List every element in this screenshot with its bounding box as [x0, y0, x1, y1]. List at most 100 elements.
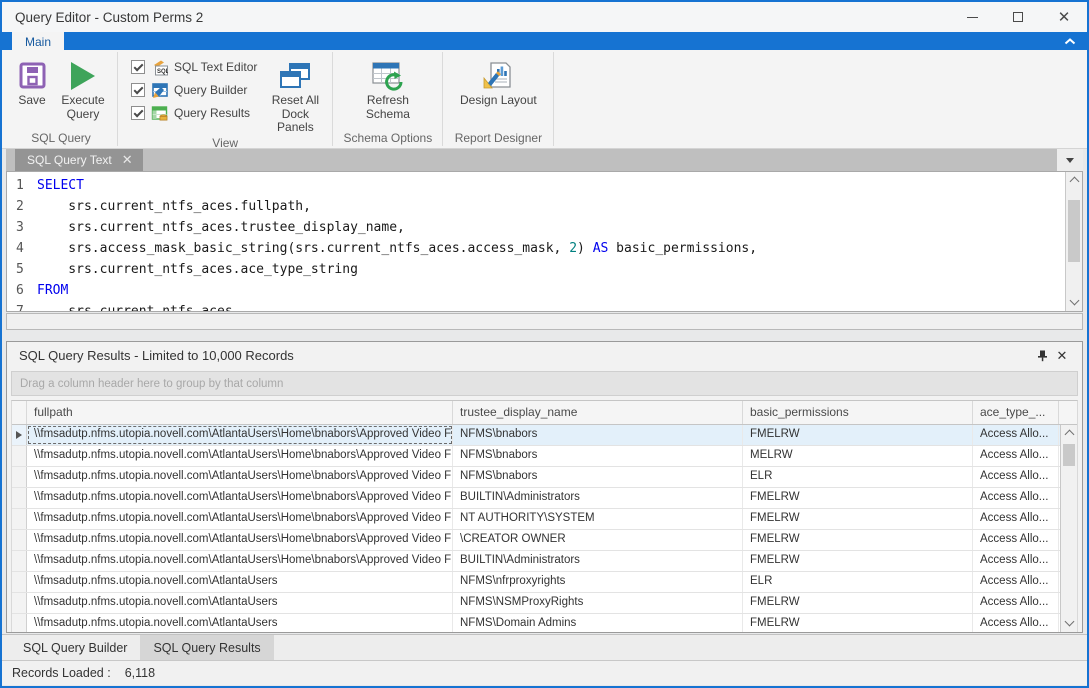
cell-fullpath[interactable]: \\fmsadutp.nfms.utopia.novell.com\Atlant… [27, 572, 453, 592]
cell-fullpath[interactable]: \\fmsadutp.nfms.utopia.novell.com\Atlant… [27, 530, 453, 550]
tab-sql-query-text[interactable]: SQL Query Text ✕ [15, 149, 143, 171]
sql-text-editor[interactable]: 1SELECT2 srs.current_ntfs_aces.fullpath,… [6, 171, 1083, 312]
scroll-up-icon[interactable] [1070, 177, 1080, 187]
tab-list-dropdown-button[interactable] [1057, 149, 1083, 171]
table-row[interactable]: \\fmsadutp.nfms.utopia.novell.com\Atlant… [12, 425, 1077, 446]
cell-basic-permissions[interactable]: MELRW [743, 446, 973, 466]
cell-trustee-display-name[interactable]: NFMS\nfrproxyrights [453, 572, 743, 592]
cell-trustee-display-name[interactable]: NFMS\bnabors [453, 425, 743, 445]
cell-fullpath[interactable]: \\fmsadutp.nfms.utopia.novell.com\Atlant… [27, 509, 453, 529]
title-bar: Query Editor - Custom Perms 2 ✕ [2, 2, 1087, 32]
cell-fullpath[interactable]: \\fmsadutp.nfms.utopia.novell.com\Atlant… [27, 551, 453, 571]
tab-sql-query-results[interactable]: SQL Query Results [140, 635, 273, 660]
group-caption-sql-query: SQL Query [10, 130, 112, 148]
checkbox-query-builder[interactable]: Query Builder [131, 82, 257, 98]
tab-sql-query-builder[interactable]: SQL Query Builder [10, 635, 140, 660]
cell-basic-permissions[interactable]: FMELRW [743, 530, 973, 550]
table-row[interactable]: \\fmsadutp.nfms.utopia.novell.com\Atlant… [12, 488, 1077, 509]
line-number: 4 [7, 238, 37, 259]
cell-ace-type[interactable]: Access Allo... [973, 572, 1059, 592]
cell-trustee-display-name[interactable]: NFMS\Domain Admins [453, 614, 743, 632]
table-row[interactable]: \\fmsadutp.nfms.utopia.novell.com\Atlant… [12, 593, 1077, 614]
cell-trustee-display-name[interactable]: NFMS\bnabors [453, 446, 743, 466]
table-row[interactable]: \\fmsadutp.nfms.utopia.novell.com\Atlant… [12, 467, 1077, 488]
cell-trustee-display-name[interactable]: BUILTIN\Administrators [453, 551, 743, 571]
column-header-basic-permissions[interactable]: basic_permissions [743, 401, 973, 424]
scroll-down-icon[interactable] [1065, 617, 1075, 627]
pin-panel-button[interactable] [1032, 347, 1052, 365]
table-row[interactable]: \\fmsadutp.nfms.utopia.novell.com\Atlant… [12, 446, 1077, 467]
cell-fullpath[interactable]: \\fmsadutp.nfms.utopia.novell.com\Atlant… [27, 488, 453, 508]
cell-ace-type[interactable]: Access Allo... [973, 551, 1059, 571]
close-panel-button[interactable]: ✕ [1052, 347, 1072, 365]
table-row[interactable]: \\fmsadutp.nfms.utopia.novell.com\Atlant… [12, 572, 1077, 593]
tab-close-icon[interactable]: ✕ [122, 152, 133, 168]
cell-trustee-display-name[interactable]: \CREATOR OWNER [453, 530, 743, 550]
cell-ace-type[interactable]: Access Allo... [973, 467, 1059, 487]
cell-basic-permissions[interactable]: FMELRW [743, 509, 973, 529]
code-line[interactable]: 4 srs.access_mask_basic_string(srs.curre… [7, 238, 1065, 259]
cell-basic-permissions[interactable]: ELR [743, 467, 973, 487]
cell-ace-type[interactable]: Access Allo... [973, 614, 1059, 632]
code-line[interactable]: 3 srs.current_ntfs_aces.trustee_display_… [7, 217, 1065, 238]
scrollbar-thumb[interactable] [1063, 444, 1075, 466]
cell-ace-type[interactable]: Access Allo... [973, 593, 1059, 613]
cell-ace-type[interactable]: Access Allo... [973, 509, 1059, 529]
cell-basic-permissions[interactable]: FMELRW [743, 488, 973, 508]
close-button[interactable]: ✕ [1041, 2, 1087, 32]
cell-basic-permissions[interactable]: FMELRW [743, 593, 973, 613]
cell-trustee-display-name[interactable]: NT AUTHORITY\SYSTEM [453, 509, 743, 529]
cell-basic-permissions[interactable]: FMELRW [743, 551, 973, 571]
reset-dock-panels-button[interactable]: Reset All Dock Panels [263, 53, 327, 135]
maximize-button[interactable] [995, 2, 1041, 32]
cell-ace-type[interactable]: Access Allo... [973, 425, 1059, 445]
cell-basic-permissions[interactable]: FMELRW [743, 425, 973, 445]
column-header-ace-type[interactable]: ace_type_... [973, 401, 1059, 424]
cell-ace-type[interactable]: Access Allo... [973, 530, 1059, 550]
group-by-drop-zone[interactable]: Drag a column header here to group by th… [11, 371, 1078, 396]
execute-query-button[interactable]: Execute Query [54, 53, 112, 121]
scroll-up-icon[interactable] [1065, 430, 1075, 440]
cell-fullpath[interactable]: \\fmsadutp.nfms.utopia.novell.com\Atlant… [27, 446, 453, 466]
column-header-trustee-display-name[interactable]: trustee_display_name [453, 401, 743, 424]
table-row[interactable]: \\fmsadutp.nfms.utopia.novell.com\Atlant… [12, 509, 1077, 530]
cell-fullpath[interactable]: \\fmsadutp.nfms.utopia.novell.com\Atlant… [27, 614, 453, 632]
cell-trustee-display-name[interactable]: NFMS\bnabors [453, 467, 743, 487]
code-line[interactable]: 5 srs.current_ntfs_aces.ace_type_string [7, 259, 1065, 280]
tab-main[interactable]: Main [12, 32, 64, 50]
column-header-fullpath[interactable]: fullpath [27, 401, 453, 424]
checkbox-sql-text-editor[interactable]: SQL SQL Text Editor [131, 59, 257, 75]
cell-basic-permissions[interactable]: ELR [743, 572, 973, 592]
cell-ace-type[interactable]: Access Allo... [973, 446, 1059, 466]
design-layout-button[interactable]: Design Layout [458, 53, 538, 108]
cell-fullpath[interactable]: \\fmsadutp.nfms.utopia.novell.com\Atlant… [27, 425, 453, 445]
ribbon-collapse-button[interactable] [1061, 34, 1079, 48]
scroll-down-icon[interactable] [1070, 296, 1080, 306]
ribbon-group-schema-options: Refresh Schema Schema Options [334, 50, 441, 148]
grid-vertical-scrollbar[interactable] [1060, 425, 1077, 632]
checkbox-query-results[interactable]: Query Results [131, 105, 257, 121]
cell-ace-type[interactable]: Access Allo... [973, 488, 1059, 508]
table-row[interactable]: \\fmsadutp.nfms.utopia.novell.com\Atlant… [12, 614, 1077, 632]
code-line[interactable]: 7 srs.current_ntfs_aces [7, 301, 1065, 311]
cell-trustee-display-name[interactable]: NFMS\NSMProxyRights [453, 593, 743, 613]
close-icon: ✕ [1057, 348, 1068, 364]
save-button[interactable]: Save [10, 53, 54, 108]
checkbox-checked-icon [131, 106, 145, 120]
code-line[interactable]: 6FROM [7, 280, 1065, 301]
editor-vertical-scrollbar[interactable] [1065, 172, 1082, 311]
refresh-schema-button[interactable]: Refresh Schema [348, 53, 428, 121]
minimize-button[interactable] [949, 2, 995, 32]
editor-horizontal-scrollbar[interactable] [6, 313, 1083, 330]
table-row[interactable]: \\fmsadutp.nfms.utopia.novell.com\Atlant… [12, 551, 1077, 572]
cell-fullpath[interactable]: \\fmsadutp.nfms.utopia.novell.com\Atlant… [27, 467, 453, 487]
code-line[interactable]: 1SELECT [7, 175, 1065, 196]
cell-basic-permissions[interactable]: FMELRW [743, 614, 973, 632]
code-line[interactable]: 2 srs.current_ntfs_aces.fullpath, [7, 196, 1065, 217]
scrollbar-thumb[interactable] [1068, 200, 1080, 262]
sql-code[interactable]: 1SELECT2 srs.current_ntfs_aces.fullpath,… [7, 172, 1065, 311]
table-row[interactable]: \\fmsadutp.nfms.utopia.novell.com\Atlant… [12, 530, 1077, 551]
cell-trustee-display-name[interactable]: BUILTIN\Administrators [453, 488, 743, 508]
panel-splitter[interactable] [2, 330, 1087, 341]
cell-fullpath[interactable]: \\fmsadutp.nfms.utopia.novell.com\Atlant… [27, 593, 453, 613]
